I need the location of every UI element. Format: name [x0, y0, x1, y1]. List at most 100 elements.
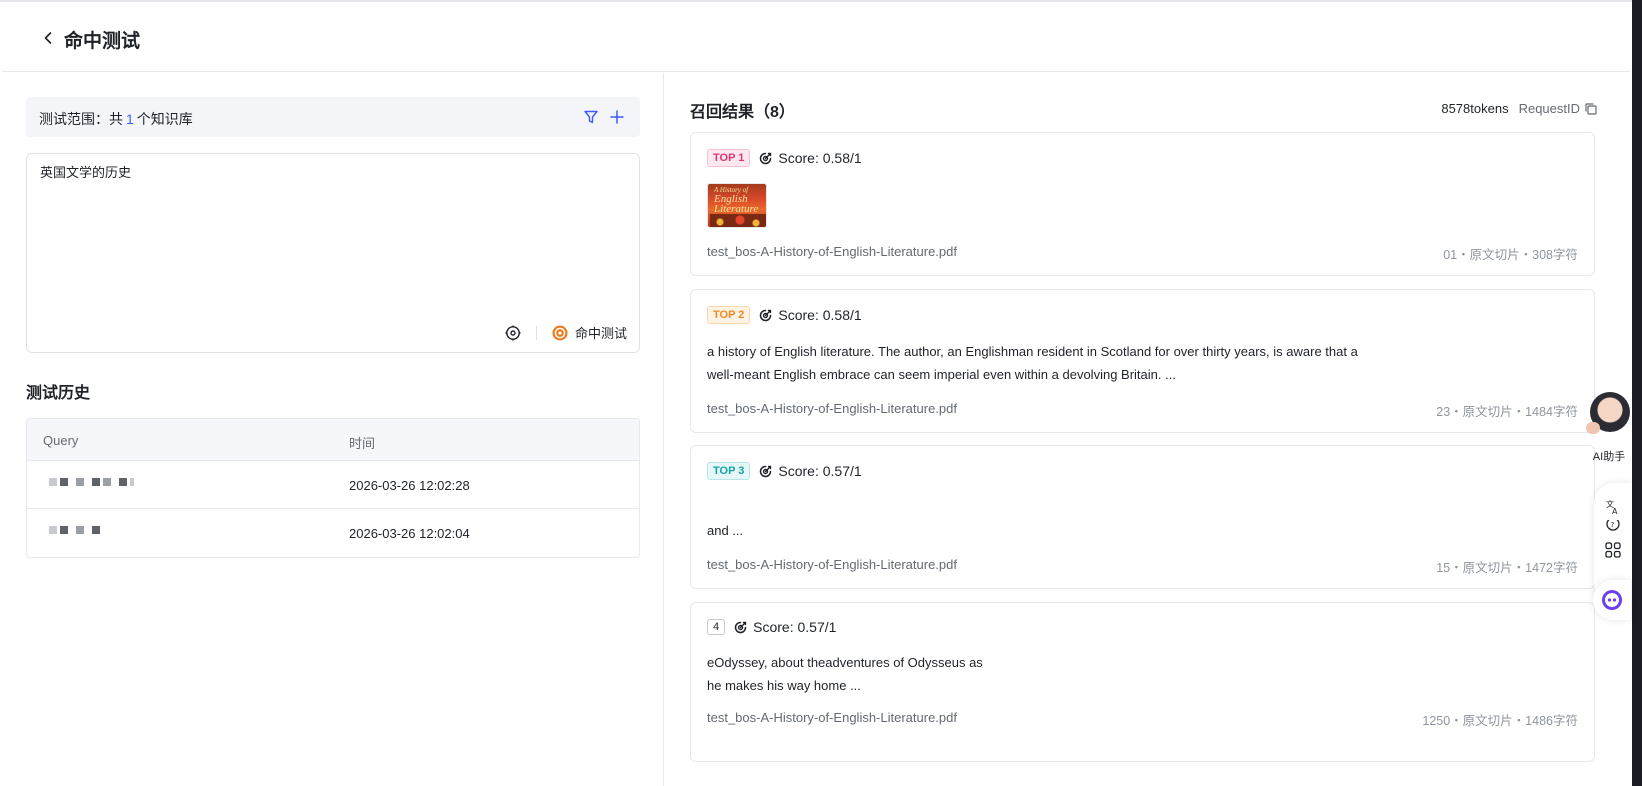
chunk-meta: 23・原文切片・1484字符	[1436, 405, 1578, 419]
redacted-block	[119, 478, 127, 486]
score: Score: 0.57/1	[733, 619, 836, 635]
hit-test-label: 命中测试	[574, 326, 627, 341]
chunk-meta: 1250・原文切片・1486字符	[1422, 714, 1578, 728]
apps-icon[interactable]	[1603, 540, 1623, 560]
score-icon	[758, 151, 773, 166]
request-id-label: RequestID	[1518, 101, 1580, 116]
test-panel: 测试范围：共 1 个知识库 英国文学的历史 命中测试 测试历史 Query 时间…	[2, 73, 664, 786]
file-name: test_bos-A-History-of-English-Literature…	[707, 557, 957, 572]
results-panel: 召回结果（8） 8578tokens RequestID TOP 1 Score…	[665, 73, 1610, 786]
chunk-meta: 15・原文切片・1472字符	[1436, 561, 1578, 575]
svg-text:?: ?	[1611, 521, 1615, 529]
query-text: 英国文学的历史	[40, 165, 132, 180]
test-scope-text: 测试范围：共 1 个知识库	[39, 109, 193, 129]
result-card[interactable]: TOP 1 Score: 0.58/1 A History of English…	[690, 132, 1595, 276]
chunk-meta: 01・原文切片・308字符	[1443, 248, 1578, 262]
history-table: Query 时间 2026-03-26 12:02:28 2026-03-26 …	[26, 418, 640, 558]
score: Score: 0.57/1	[758, 463, 862, 479]
page-title: 命中测试	[64, 31, 141, 52]
results-title: 召回结果（8）	[690, 104, 795, 121]
score-value: Score: 0.58/1	[778, 150, 862, 166]
score: Score: 0.58/1	[758, 150, 862, 166]
redacted-block	[76, 526, 84, 534]
file-name: test_bos-A-History-of-English-Literature…	[707, 710, 957, 725]
query-input[interactable]: 英国文学的历史 命中测试	[26, 153, 640, 353]
chunk-text: a history of English literature. The aut…	[707, 340, 1358, 386]
chunk-line: he makes his way home ...	[707, 678, 861, 693]
result-card[interactable]: TOP 3 Score: 0.57/1 and ... test_bos-A-H…	[690, 445, 1595, 589]
score-value: Score: 0.57/1	[753, 619, 837, 635]
add-icon[interactable]	[608, 108, 626, 126]
rank-badge: TOP 2	[707, 306, 751, 324]
copy-icon[interactable]	[1584, 102, 1598, 116]
score-icon	[758, 464, 773, 479]
redacted-block	[60, 478, 68, 486]
rank-badge: 4	[707, 619, 726, 635]
target-icon	[551, 324, 569, 342]
window-edge	[1632, 0, 1642, 786]
scope-suffix: 个知识库	[136, 111, 193, 127]
test-scope-bar: 测试范围：共 1 个知识库	[26, 97, 640, 137]
svg-text:A: A	[1612, 507, 1618, 516]
chunk-line: a history of English literature. The aut…	[707, 344, 1358, 359]
table-row[interactable]: 2026-03-26 12:02:04	[27, 509, 639, 557]
help-icon[interactable]: ?	[1603, 520, 1623, 532]
page-header: 命中测试	[2, 2, 1630, 72]
query-redacted	[49, 526, 100, 534]
chunk-text: eOdyssey, about theadventures of Odysseu…	[707, 651, 983, 697]
column-time: 时间	[349, 436, 376, 451]
chunk-line: and ...	[707, 523, 744, 538]
chunk-line: eOdyssey, about theadventures of Odysseu…	[707, 655, 983, 670]
chunk-text: and ...	[707, 519, 743, 542]
result-card[interactable]: 4 Score: 0.57/1 eOdyssey, about theadven…	[690, 602, 1595, 762]
card-header: TOP 1 Score: 0.58/1	[707, 149, 862, 167]
scope-count: 1	[126, 111, 134, 127]
redacted-block	[49, 526, 57, 534]
back-arrow-icon[interactable]	[38, 28, 58, 48]
translate-icon[interactable]: 文A	[1603, 497, 1623, 517]
assistant-hand	[1586, 422, 1600, 434]
redacted-block	[76, 478, 84, 486]
file-name: test_bos-A-History-of-English-Literature…	[707, 244, 957, 259]
query-actions: 命中测试	[504, 323, 627, 342]
ai-assistant[interactable]: AI助手	[1586, 392, 1632, 463]
hit-test-button[interactable]: 命中测试	[551, 323, 627, 342]
query-time: 2026-03-26 12:02:28	[349, 478, 470, 493]
score-value: Score: 0.58/1	[778, 307, 862, 323]
rank-badge: TOP 3	[707, 462, 751, 480]
app-window: 命中测试 测试范围：共 1 个知识库 英国文学的历史 命中测试 测试历史 Que…	[0, 0, 1642, 786]
table-header: Query 时间	[27, 419, 639, 461]
results-meta: 8578tokens RequestID	[1441, 101, 1598, 116]
card-header: TOP 2 Score: 0.58/1	[707, 306, 862, 324]
bot-face-icon	[1601, 589, 1623, 611]
file-name: test_bos-A-History-of-English-Literature…	[707, 401, 957, 416]
chat-bot-button[interactable]	[1593, 580, 1631, 620]
table-row[interactable]: 2026-03-26 12:02:28	[27, 461, 639, 509]
scope-actions	[582, 108, 626, 126]
redacted-block	[103, 478, 111, 486]
score-icon	[758, 308, 773, 323]
assistant-label: AI助手	[1592, 451, 1626, 463]
score-icon	[733, 620, 748, 635]
history-title: 测试历史	[26, 385, 91, 402]
filter-icon[interactable]	[582, 108, 600, 126]
request-id[interactable]: RequestID	[1519, 101, 1598, 116]
redacted-block	[60, 526, 68, 534]
query-time: 2026-03-26 12:02:04	[349, 526, 470, 541]
book-cover-image[interactable]: A History of English Literature	[707, 183, 767, 228]
redacted-block	[130, 478, 134, 486]
scope-prefix: 测试范围：共	[39, 111, 123, 127]
redacted-block	[92, 478, 100, 486]
settings-icon[interactable]	[504, 324, 522, 342]
redacted-block	[92, 526, 100, 534]
redacted-block	[49, 478, 57, 486]
card-header: TOP 3 Score: 0.57/1	[707, 462, 862, 480]
card-header: 4 Score: 0.57/1	[707, 619, 836, 635]
column-query: Query	[43, 433, 79, 448]
score-value: Score: 0.57/1	[778, 463, 862, 479]
rank-badge: TOP 1	[707, 149, 751, 167]
divider	[535, 325, 537, 340]
cover-art	[710, 214, 766, 227]
result-card[interactable]: TOP 2 Score: 0.58/1 a history of English…	[690, 289, 1595, 433]
token-count: 8578tokens	[1441, 101, 1509, 116]
